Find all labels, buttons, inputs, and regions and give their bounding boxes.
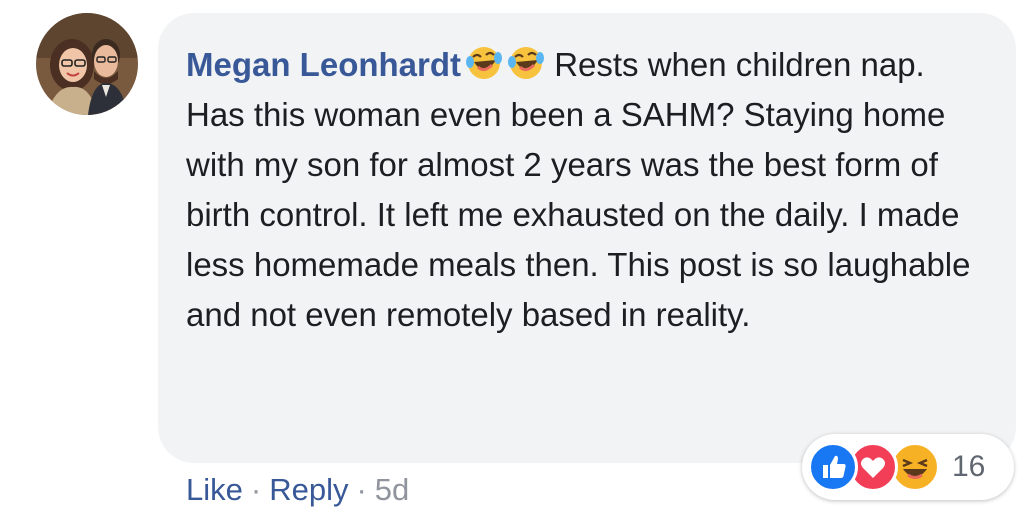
comment-text: Rests when children nap. Has this woman …: [186, 46, 971, 333]
reply-link[interactable]: Reply: [269, 472, 348, 507]
reaction-count: 16: [952, 450, 986, 483]
separator: ·: [250, 472, 262, 507]
avatar[interactable]: [36, 13, 138, 115]
comment-actions: Like · Reply · 5d: [186, 470, 409, 510]
timestamp[interactable]: 5d: [375, 472, 409, 507]
reactions-summary[interactable]: 16: [802, 434, 1014, 500]
separator: ·: [356, 472, 367, 507]
laughing-with-tears-emoji: [465, 44, 503, 82]
author-name[interactable]: Megan Leonhardt: [186, 46, 461, 83]
like-link[interactable]: Like: [186, 472, 243, 507]
laughing-with-tears-emoji: [507, 44, 545, 82]
comment-body: Megan Leonhardt Rests when children nap.…: [186, 40, 986, 340]
like-reaction-icon: [808, 442, 858, 492]
